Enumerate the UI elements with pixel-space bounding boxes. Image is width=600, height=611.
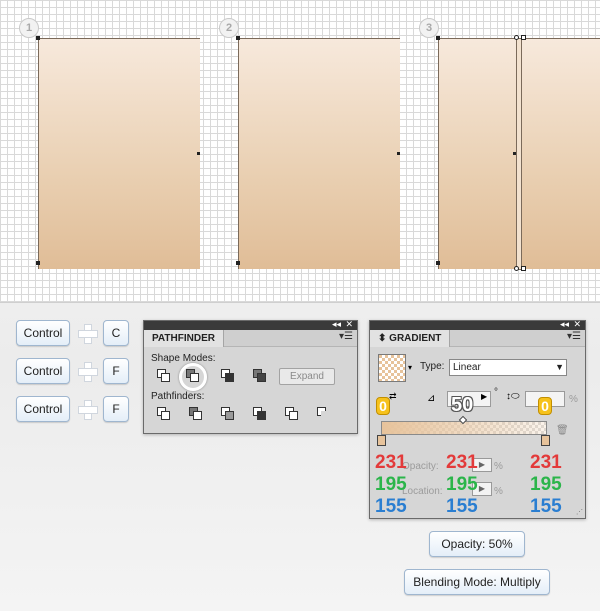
location-label: Location: [402,486,443,497]
anchor-point[interactable] [397,152,400,155]
angle-stepper-icon[interactable]: ▶ [481,392,487,401]
tab-gradient[interactable]: ⬍ GRADIENT [370,330,451,347]
panel-tabbar: PATHFINDER ▾☰ [144,330,357,347]
panel-titlebar[interactable]: ◂◂ ✕ [144,319,357,330]
angle-icon: ⊿ [427,393,436,404]
location-percent: % [494,486,503,497]
close-icon[interactable]: ✕ [345,319,353,330]
plus-icon [78,324,98,344]
anchor-point[interactable] [197,152,200,155]
control-key: Control [16,320,70,346]
angle-badge: 0 [376,397,390,415]
anchor-point[interactable] [36,261,40,265]
trash-icon[interactable]: 🗑 [556,425,569,436]
pathfinder-panel: ◂◂ ✕ PATHFINDER ▾☰ Shape Modes: Expand P… [143,319,358,434]
anchor-point[interactable] [436,36,440,40]
selection-handle[interactable] [514,35,519,40]
green-value: 195 [530,474,562,495]
step-number-3: 3 [419,18,439,38]
collapse-icon[interactable]: ◂◂ [332,319,341,330]
red-value: 231 [375,452,407,473]
rectangle-shape-2[interactable] [238,38,400,269]
rectangle-shape-1[interactable] [38,38,200,269]
rectangle-shape-3-right[interactable] [521,38,600,269]
selection-handle[interactable] [521,266,526,271]
reverse-gradient-icon[interactable]: ⇄ [389,391,397,402]
minus-front-icon[interactable] [186,369,200,383]
intersect-icon[interactable] [221,369,235,383]
pathfinders-label: Pathfinders: [151,391,205,402]
degree-sign: ° [494,387,498,398]
blue-value: 155 [375,496,407,517]
expand-button[interactable]: Expand [279,368,335,385]
anchor-point[interactable] [436,261,440,265]
gradient-stop-right[interactable] [541,435,550,446]
selection-handle[interactable] [521,35,526,40]
tab-pathfinder[interactable]: PATHFINDER [144,330,224,347]
blue-value: 155 [530,496,562,517]
anchor-point[interactable] [36,36,40,40]
anchor-point[interactable] [236,36,240,40]
panel-menu-icon[interactable]: ▾☰ [339,331,353,342]
plus-icon [78,400,98,420]
tab-arrows-icon: ⬍ [378,333,387,344]
type-select[interactable]: Linear ▼ [449,359,567,376]
tab-gradient-label: GRADIENT [389,333,442,344]
aspect-ratio-icon: ↕⬭ [506,391,520,402]
opacity-label: Opacity: [402,461,439,472]
red-value: 231 [530,452,562,473]
exclude-icon[interactable] [253,369,267,383]
panel-menu-icon[interactable]: ▾☰ [567,331,581,342]
step-number-2: 2 [219,18,239,38]
gradient-stop-left[interactable] [377,435,386,446]
type-label: Type: [420,361,445,372]
chevron-down-icon: ▼ [555,362,564,372]
green-value: 195 [446,474,478,495]
artboard-grid: 1 2 3 [0,0,600,303]
opacity-percent: % [494,461,503,472]
control-key: Control [16,396,70,422]
red-value: 231 [446,452,478,473]
plus-icon [78,362,98,382]
step-number-1: 1 [19,18,39,38]
unite-icon[interactable] [157,369,171,383]
aspect-badge: 0 [538,397,552,415]
rectangle-shape-3-left[interactable] [438,38,518,269]
blue-value: 155 [446,496,478,517]
panel-titlebar[interactable]: ◂◂ ✕ [370,319,585,330]
divide-icon[interactable] [157,407,171,421]
collapse-icon[interactable]: ◂◂ [560,319,569,330]
shape-modes-label: Shape Modes: [151,353,216,364]
crop-icon[interactable] [253,407,267,421]
merge-icon[interactable] [221,407,235,421]
gradient-panel: ◂◂ ✕ ⬍ GRADIENT ▾☰ ▾ Type: Linear ▼ 0 ⇄ … [369,319,586,519]
selected-strip[interactable] [516,38,522,270]
anchor-point[interactable] [513,152,516,155]
control-key: Control [16,358,70,384]
percent-sign: % [569,394,578,405]
green-value: 195 [375,474,407,495]
swatch-dropdown-icon[interactable]: ▾ [408,363,412,372]
anchor-point[interactable] [236,261,240,265]
panel-tabbar: ⬍ GRADIENT ▾☰ [370,330,585,347]
f-key: F [103,358,129,384]
gradient-swatch[interactable] [378,354,406,382]
blending-mode-label: Blending Mode: Multiply [404,569,550,595]
f-key: F [103,396,129,422]
c-key: C [103,320,129,346]
opacity-setting-label: Opacity: 50% [429,531,525,557]
trim-icon[interactable] [189,407,203,421]
selection-handle[interactable] [514,266,519,271]
close-icon[interactable]: ✕ [573,319,581,330]
type-value: Linear [453,362,481,373]
outline-icon[interactable] [285,407,299,421]
aspect-value: 50 [451,394,474,416]
resize-grip-icon[interactable]: ⋰ [576,508,583,516]
minus-back-icon[interactable] [317,407,331,421]
